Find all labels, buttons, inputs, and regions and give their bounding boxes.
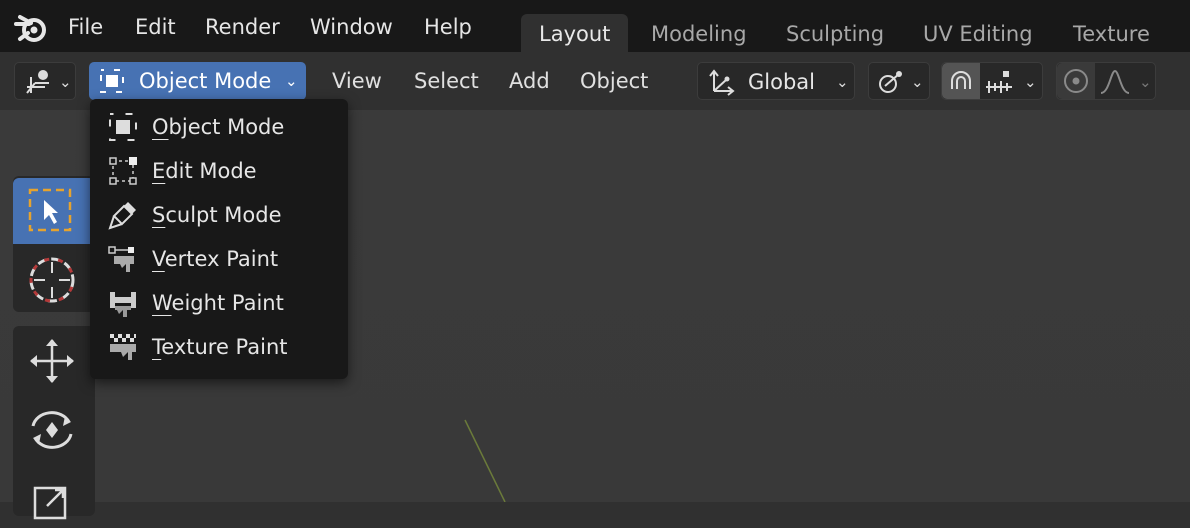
move-arrows-icon — [30, 339, 74, 383]
snap-toggle-button[interactable] — [942, 63, 980, 99]
menu-view[interactable]: View — [332, 62, 382, 100]
3d-cursor-icon — [29, 257, 75, 303]
menu-edit[interactable]: Edit — [135, 0, 176, 52]
dropdown-item-label: Vertex Paint — [152, 247, 279, 271]
orientation-axes-icon — [709, 69, 735, 96]
dropdown-item-label: Texture Paint — [152, 335, 288, 359]
menu-object[interactable]: Object — [580, 62, 648, 100]
menu-window[interactable]: Window — [310, 0, 393, 52]
chevron-down-icon: ⌄ — [285, 72, 298, 90]
proportional-editing-icon — [1064, 69, 1088, 93]
snap-increment-icon[interactable] — [984, 67, 1014, 97]
dropdown-item-label: Sculpt Mode — [152, 203, 282, 227]
proportional-editing-group: ⌄ — [1056, 62, 1156, 100]
scale-icon — [33, 486, 67, 520]
rotate-tool[interactable] — [13, 394, 95, 460]
object-mode-icon — [109, 113, 137, 141]
magnet-icon — [951, 71, 971, 89]
dropdown-item-edit-mode[interactable]: Edit Mode — [90, 148, 348, 192]
object-mode-icon — [100, 69, 124, 93]
pivot-point-button[interactable]: ⌄ — [868, 62, 930, 100]
menu-help[interactable]: Help — [424, 0, 472, 52]
menu-add[interactable]: Add — [509, 62, 550, 100]
scale-tool[interactable] — [13, 462, 95, 528]
tab-texture-paint[interactable]: Texture Pa — [1055, 14, 1190, 86]
weight-paint-icon — [110, 292, 136, 317]
vertex-paint-icon — [108, 246, 134, 272]
rotate-icon — [31, 411, 73, 449]
orientation-label: Global — [748, 70, 815, 94]
dropdown-item-label: Weight Paint — [152, 291, 284, 315]
tool-shelf — [13, 176, 95, 520]
falloff-curve-icon[interactable] — [1099, 67, 1131, 97]
menu-file[interactable]: File — [68, 0, 103, 52]
dropdown-item-object-mode[interactable]: Object Mode — [90, 104, 348, 148]
texture-paint-icon — [110, 334, 136, 360]
tab-sculpting[interactable]: Sculpting — [768, 14, 902, 52]
chevron-down-icon: ⌄ — [1024, 73, 1037, 91]
transform-orientation-button[interactable]: Global ⌄ — [697, 62, 855, 100]
transform-tools-group — [13, 326, 95, 520]
select-box-tool[interactable] — [13, 178, 95, 244]
chevron-down-icon: ⌄ — [836, 73, 849, 91]
pivot-point-icon — [879, 71, 902, 93]
dropdown-item-label: Object Mode — [152, 115, 285, 139]
tab-layout[interactable]: Layout — [521, 14, 629, 52]
edit-mode-icon — [109, 157, 137, 185]
move-tool[interactable] — [13, 326, 95, 392]
editor-type-button[interactable]: ⌄ — [14, 62, 76, 100]
mode-select-button[interactable]: Object Mode ⌄ — [89, 62, 306, 100]
dropdown-item-texture-paint[interactable]: Texture Paint — [90, 324, 348, 368]
mode-dropdown-menu: Object Mode Edit Mode Sculpt Mode Vertex… — [90, 99, 348, 379]
chevron-down-icon: ⌄ — [59, 73, 72, 91]
cursor-tool[interactable] — [13, 246, 95, 312]
top-bar: File Edit Render Window Help Layout Mode… — [0, 0, 1190, 86]
blender-logo-icon[interactable] — [14, 11, 48, 45]
dropdown-item-label: Edit Mode — [152, 159, 257, 183]
snapping-group: ⌄ — [941, 62, 1043, 100]
sculpt-brush-icon — [108, 202, 136, 230]
select-box-icon — [28, 188, 72, 232]
3d-viewport-icon — [26, 70, 49, 94]
menu-select[interactable]: Select — [414, 62, 479, 100]
mode-select-label: Object Mode — [139, 69, 272, 93]
select-tools-group — [13, 176, 95, 312]
chevron-down-icon: ⌄ — [911, 73, 924, 91]
chevron-down-icon: ⌄ — [1139, 73, 1152, 91]
tab-uv-editing[interactable]: UV Editing — [905, 14, 1051, 52]
menu-render[interactable]: Render — [205, 0, 280, 52]
tab-modeling[interactable]: Modeling — [633, 14, 765, 52]
dropdown-item-vertex-paint[interactable]: Vertex Paint — [90, 236, 348, 280]
proportional-editing-toggle[interactable] — [1057, 63, 1095, 99]
dropdown-item-weight-paint[interactable]: Weight Paint — [90, 280, 348, 324]
dropdown-item-sculpt-mode[interactable]: Sculpt Mode — [90, 192, 348, 236]
